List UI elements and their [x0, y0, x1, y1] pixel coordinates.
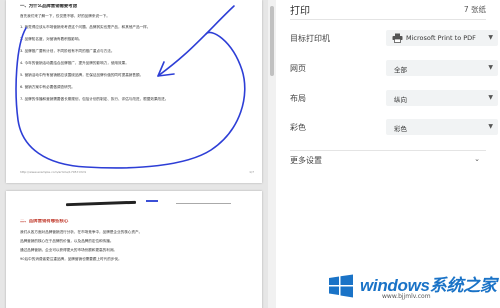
- sheet-count: 7 张纸: [463, 5, 486, 14]
- pages-row: 网页 全部 ▼: [290, 60, 500, 76]
- page-2-header: [26, 197, 236, 211]
- destination-value: Microsoft Print to PDF: [406, 34, 476, 42]
- layout-value: 纵向: [394, 96, 407, 104]
- chevron-down-icon: ▼: [488, 94, 493, 101]
- page-2-header-mark: [176, 203, 231, 204]
- print-title: 打印: [290, 6, 310, 17]
- layout-select[interactable]: 纵向 ▼: [386, 90, 498, 106]
- chevron-down-icon: ▼: [488, 64, 493, 71]
- hand-drawn-annotation: [15, 5, 246, 169]
- page-2-paragraph: 90后中的消费者更注重品牌，品牌营销也需要跟上时代的步伐。: [20, 257, 122, 261]
- color-label: 彩色: [290, 123, 306, 132]
- page-2-paragraph: 我们从各方面对品牌营销进行分析，在市场竞争中，品牌是企业的核心资产。: [20, 230, 143, 234]
- layout-row: 布局 纵向 ▼: [290, 90, 500, 106]
- chevron-down-icon: ⌄: [474, 155, 480, 163]
- print-settings-panel: 打印 7 张纸 目标打印机 Microsoft Print to PDF ▼ 网…: [276, 0, 500, 308]
- page-2-heading: 二、品牌营销有哪些核心: [20, 219, 69, 224]
- page-2-paragraph: 通过品牌营销，企业可以获得更大的市场份额和更高的利润。: [20, 248, 118, 252]
- page-2-content: 二、品牌营销有哪些核心 我们从各方面对品牌营销进行分析，在市场竞争中，品牌是企业…: [20, 219, 252, 266]
- color-row: 彩色 彩色 ▼: [290, 119, 500, 135]
- destination-select[interactable]: Microsoft Print to PDF ▼: [386, 30, 498, 46]
- page-2-header-mark: [65, 200, 137, 207]
- more-settings-label: 更多设置: [290, 156, 322, 165]
- print-preview-pane[interactable]: 一、为什么品牌营销需要考虑 首先我们来了解一下，仅仅是不够，好的品牌来说一下。 …: [0, 0, 268, 308]
- destination-label: 目标打印机: [290, 34, 330, 43]
- watermark-url: www.bjjmlv.com: [382, 293, 431, 300]
- page-2-paragraph: 品牌营销的核心在于品牌的价值，以及品牌的定位和传播。: [20, 239, 114, 243]
- chevron-down-icon: ▼: [488, 123, 493, 130]
- pages-select[interactable]: 全部 ▼: [386, 60, 498, 76]
- color-value: 彩色: [394, 125, 407, 133]
- printer-icon: [392, 33, 403, 43]
- chevron-down-icon: ▼: [488, 34, 493, 41]
- pages-value: 全部: [394, 66, 407, 74]
- windows-logo-icon: [329, 274, 353, 298]
- destination-row: 目标打印机 Microsoft Print to PDF ▼: [290, 30, 500, 46]
- watermark: windows系统之家 www.bjjmlv.com: [324, 268, 500, 308]
- pages-label: 网页: [290, 64, 306, 73]
- preview-page-1: 一、为什么品牌营销需要考虑 首先我们来了解一下，仅仅是不够，好的品牌来说一下。 …: [6, 0, 262, 183]
- preview-page-2: 二、品牌营销有哪些核心 我们从各方面对品牌营销进行分析，在市场竞争中，品牌是企业…: [6, 191, 262, 308]
- layout-label: 布局: [290, 94, 306, 103]
- preview-scrollbar[interactable]: [268, 0, 276, 308]
- page-2-header-mark: [146, 200, 158, 202]
- print-header: 打印 7 张纸: [290, 0, 486, 20]
- scrollbar-thumb[interactable]: [270, 6, 274, 76]
- color-select[interactable]: 彩色 ▼: [386, 119, 498, 135]
- more-settings-toggle[interactable]: 更多设置 ⌄: [290, 150, 486, 168]
